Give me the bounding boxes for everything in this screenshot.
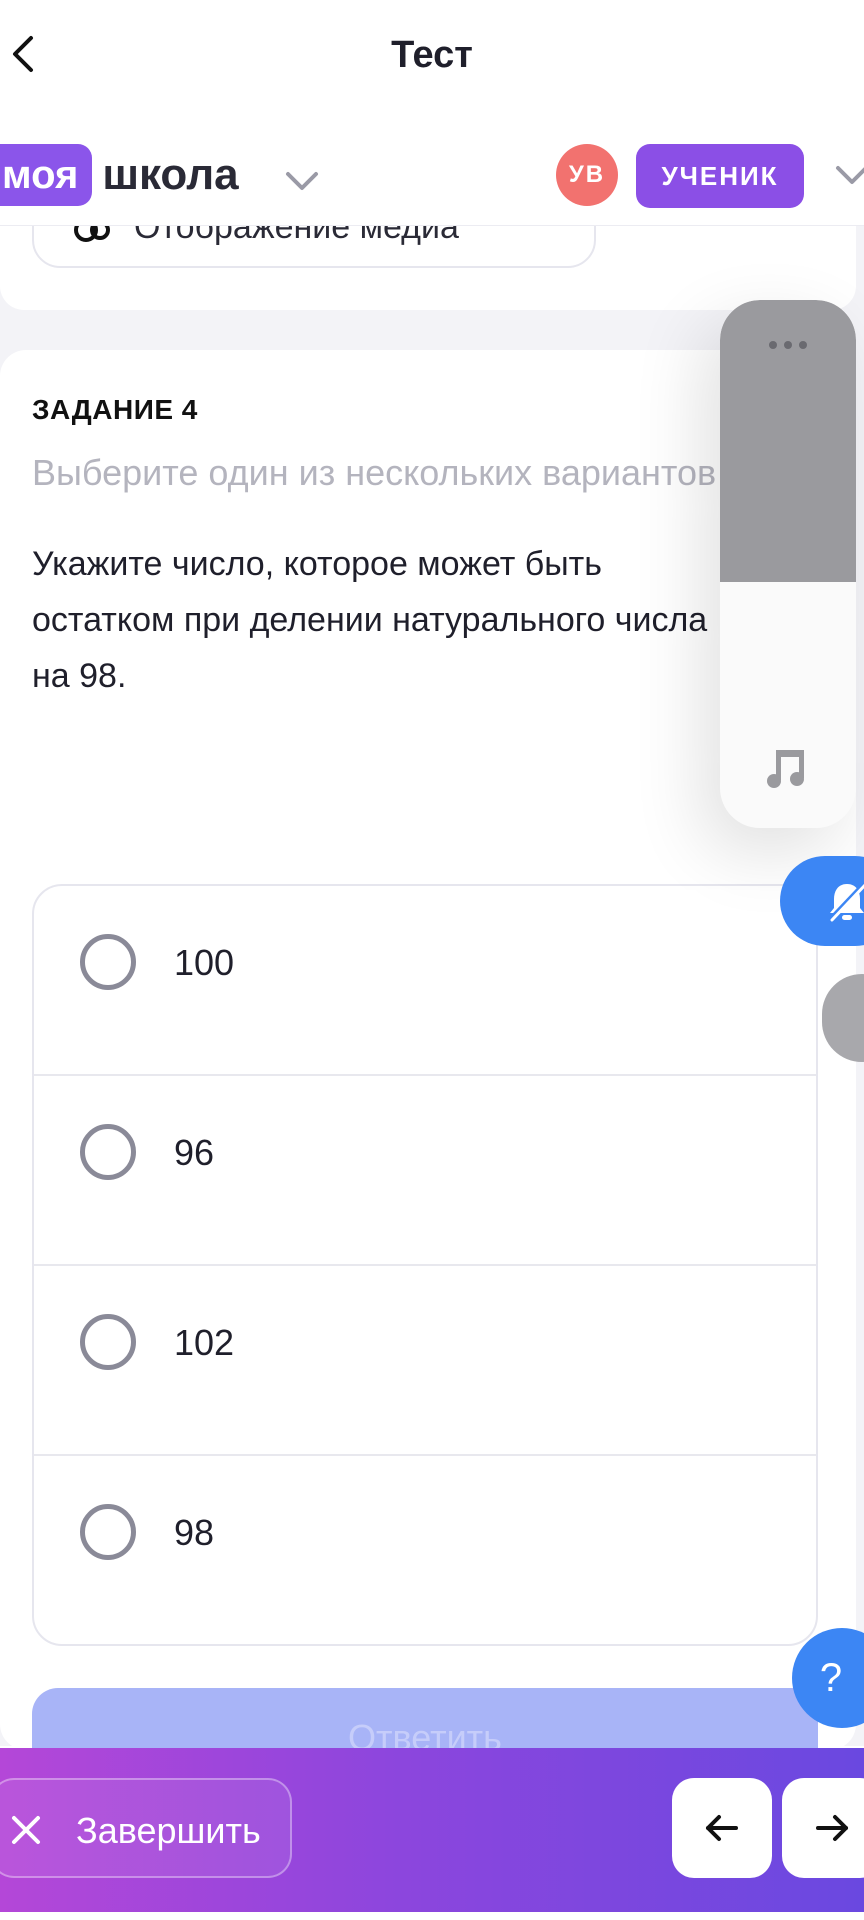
task-number: ЗАДАНИЕ 4: [32, 394, 198, 425]
answer-option[interactable]: 100: [34, 886, 816, 1076]
option-label: 102: [174, 1322, 235, 1363]
answer-option[interactable]: 98: [34, 1456, 816, 1644]
top-bar: Тест: [0, 0, 864, 112]
notifications-off-button[interactable]: [780, 856, 864, 946]
task-question: Укажите число, которое может быть остатк…: [32, 545, 708, 695]
role-badge[interactable]: УЧЕНИК: [636, 144, 804, 208]
logo-word: школа: [102, 150, 239, 199]
task-hint: Выберите один из нескольких вариантов: [32, 452, 717, 493]
radio-button[interactable]: [80, 1124, 136, 1180]
close-icon: [12, 1816, 40, 1844]
bottom-bar: Завершить: [0, 1748, 864, 1912]
option-label: 96: [174, 1132, 215, 1173]
radio-button[interactable]: [80, 1314, 136, 1370]
answer-options: 100 96 102 98: [32, 884, 818, 1646]
answer-option[interactable]: 102: [34, 1266, 816, 1456]
page-title: Тест: [391, 34, 473, 76]
arrow-left-icon: [706, 1815, 738, 1841]
option-label: 100: [174, 942, 235, 983]
next-task-button[interactable]: [782, 1778, 864, 1878]
avatar[interactable]: УВ: [556, 144, 618, 206]
school-logo[interactable]: моя школа: [0, 144, 239, 206]
dots-icon[interactable]: [766, 338, 810, 352]
finish-button[interactable]: Завершить: [0, 1778, 292, 1878]
option-label: 98: [174, 1512, 215, 1553]
chevron-down-icon[interactable]: [282, 166, 322, 196]
radio-button[interactable]: [80, 1504, 136, 1560]
previous-task-button[interactable]: [672, 1778, 772, 1878]
floating-side-panel: [720, 300, 856, 828]
finish-label: Завершить: [76, 1810, 261, 1851]
music-note-icon[interactable]: [764, 746, 808, 790]
chevron-down-icon[interactable]: [832, 160, 864, 190]
arrow-right-icon: [816, 1815, 848, 1841]
radio-button[interactable]: [80, 934, 136, 990]
answer-option[interactable]: 96: [34, 1076, 816, 1266]
bell-off-icon: [828, 880, 864, 922]
logo-tag: моя: [0, 144, 93, 206]
